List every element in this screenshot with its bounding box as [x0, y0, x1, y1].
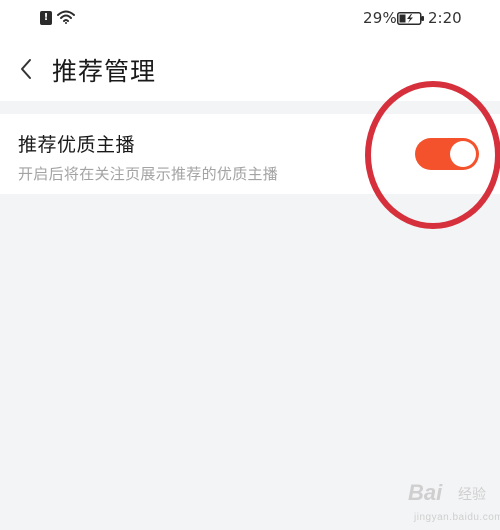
setting-description: 开启后将在关注页展示推荐的优质主播	[18, 165, 279, 183]
battery-percent: 29%	[363, 9, 397, 27]
nav-bar: 推荐管理	[0, 38, 500, 101]
setting-row-recommend-streamers: 推荐优质主播 开启后将在关注页展示推荐的优质主播	[0, 114, 500, 194]
page-title: 推荐管理	[52, 57, 157, 86]
recommend-streamers-toggle[interactable]	[415, 138, 479, 170]
wifi-icon	[57, 10, 75, 24]
status-bar: ! 29% 2:20	[0, 0, 500, 38]
watermark-brand: Bai	[408, 480, 443, 505]
sim-alert-icon: !	[40, 11, 52, 25]
watermark-url: jingyan.baidu.com	[414, 512, 500, 523]
battery-charging-icon	[397, 12, 424, 25]
watermark: Bai 经验 jingyan.baidu.com	[408, 474, 500, 530]
screen: ! 29% 2:20 推荐管理 推荐优质主播 开启后将在关注页展示推荐的优质主播…	[0, 0, 500, 530]
toggle-knob	[450, 141, 476, 167]
setting-title: 推荐优质主播	[18, 134, 136, 156]
watermark-suffix: 经验	[458, 487, 486, 503]
chevron-left-icon	[21, 59, 31, 79]
back-button[interactable]	[12, 52, 42, 86]
clock: 2:20	[428, 9, 462, 27]
header-area: ! 29% 2:20 推荐管理	[0, 0, 500, 101]
